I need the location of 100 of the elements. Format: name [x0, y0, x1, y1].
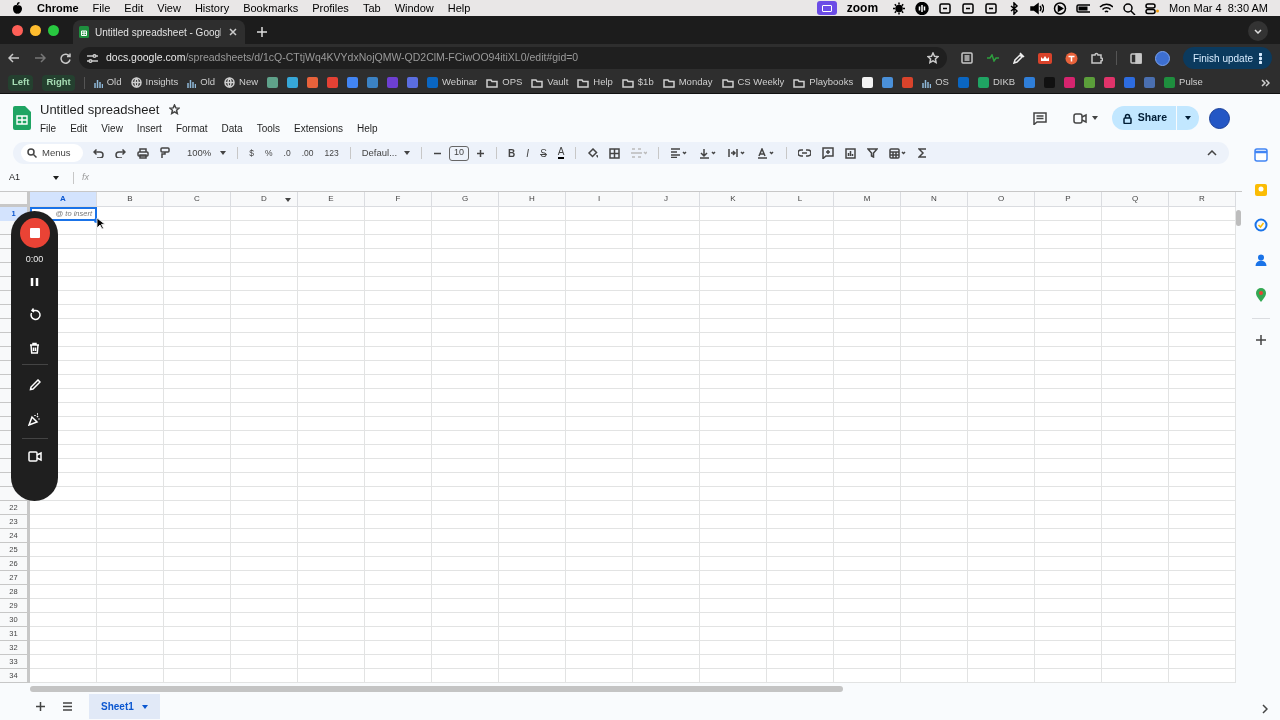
column-header[interactable]: E	[298, 192, 365, 207]
column-header[interactable]: O	[968, 192, 1035, 207]
bold-button[interactable]: B	[508, 145, 516, 161]
close-window-button[interactable]	[12, 24, 23, 36]
menu-item[interactable]: Help	[356, 121, 378, 137]
column-header[interactable]: F	[365, 192, 432, 207]
print-icon[interactable]	[137, 147, 149, 159]
column-header[interactable]: C	[164, 192, 231, 207]
sheet-tab[interactable]: Sheet1	[89, 694, 160, 719]
redo-icon[interactable]	[115, 148, 126, 158]
column-header[interactable]: B	[97, 192, 164, 207]
fill-color-icon[interactable]	[587, 147, 599, 159]
column-header[interactable]: D	[231, 192, 298, 207]
column-header[interactable]: L	[767, 192, 834, 207]
name-box[interactable]: A1	[9, 170, 65, 185]
tasks-icon[interactable]	[1254, 218, 1268, 232]
column-header[interactable]: P	[1035, 192, 1102, 207]
meet-button[interactable]	[1072, 112, 1098, 124]
map-pin-icon[interactable]	[1255, 288, 1267, 303]
tab-group-chip[interactable]: Right	[42, 74, 75, 91]
horizontal-align-icon[interactable]	[670, 148, 689, 158]
horizontal-scrollbar[interactable]	[30, 685, 843, 692]
borders-icon[interactable]	[609, 147, 621, 159]
reload-icon[interactable]	[60, 52, 71, 64]
filter-icon[interactable]	[867, 148, 879, 158]
extension-icon[interactable]	[1064, 51, 1078, 65]
trash-icon[interactable]	[29, 341, 40, 354]
menu-item[interactable]: File	[92, 0, 111, 17]
menu-item[interactable]: File	[40, 121, 57, 137]
back-icon[interactable]	[8, 53, 20, 63]
bookmark-folder[interactable]: Help	[577, 75, 613, 90]
number-format-button[interactable]: $	[249, 146, 255, 160]
number-format-button[interactable]: .0	[283, 146, 291, 160]
font-size-field[interactable]: 10	[449, 145, 470, 161]
strikethrough-button[interactable]: S	[540, 145, 547, 161]
zoom-window-button[interactable]	[48, 24, 59, 36]
paint-format-icon[interactable]	[160, 147, 170, 159]
vertical-align-icon[interactable]	[699, 147, 718, 159]
browser-tab[interactable]: Untitled spreadsheet - Googl	[73, 20, 245, 44]
zoom-dropdown[interactable]: 100%	[181, 145, 227, 161]
merge-cells-icon[interactable]	[631, 148, 648, 158]
column-header[interactable]: Q	[1102, 192, 1169, 207]
menu-item[interactable]: Edit	[124, 0, 144, 17]
menu-item[interactable]: Edit	[70, 121, 88, 137]
restart-icon[interactable]	[28, 307, 41, 321]
bookmark[interactable]: Pulse	[1164, 75, 1203, 90]
text-color-button[interactable]: A	[557, 147, 565, 159]
reader-icon[interactable]	[960, 52, 973, 64]
column-header[interactable]: G	[432, 192, 499, 207]
all-sheets-icon[interactable]	[62, 702, 73, 711]
bookmark-folder[interactable]: CS Weekly	[721, 75, 785, 90]
apple-icon[interactable]	[12, 1, 23, 15]
menu-item[interactable]: Insert	[136, 121, 162, 137]
calendar-icon[interactable]	[1254, 148, 1268, 162]
plus-icon[interactable]	[476, 148, 486, 158]
bookmark[interactable]: Insights	[130, 75, 179, 90]
address-bar[interactable]: docs.google.com/spreadsheets/d/1cQ-CTtjWq4KVYdxNojQMW-QD2ClM-FCiwOO94itiXL0/edit#gid=0	[79, 47, 947, 69]
number-format-button[interactable]: 123	[324, 146, 339, 160]
search-menus-field[interactable]: Menus	[21, 144, 83, 162]
close-tab-button[interactable]	[227, 26, 239, 38]
video-camera-icon[interactable]	[27, 450, 42, 462]
number-format-button[interactable]: .00	[301, 146, 314, 160]
contacts-icon[interactable]	[1254, 253, 1268, 267]
italic-button[interactable]: I	[526, 145, 530, 161]
bookmark-folder[interactable]: $1b	[621, 75, 654, 90]
play-icon[interactable]	[1053, 1, 1068, 15]
menu-item[interactable]: Tools	[256, 121, 281, 137]
volume-icon[interactable]	[1030, 1, 1045, 15]
comment-icon[interactable]	[1032, 111, 1047, 125]
undo-icon[interactable]	[93, 148, 104, 158]
collapse-icon[interactable]	[1207, 150, 1217, 156]
column-header[interactable]: K	[700, 192, 767, 207]
search-icon[interactable]	[1122, 1, 1137, 15]
vertical-scrollbar[interactable]	[1236, 210, 1241, 226]
column-header[interactable]: M	[834, 192, 901, 207]
bookmark[interactable]: Old	[187, 75, 216, 90]
star-button[interactable]	[169, 104, 181, 115]
bookmark[interactable]: Webinar	[427, 75, 478, 90]
menu-item[interactable]: Window	[394, 0, 434, 17]
gear-icon[interactable]	[892, 1, 907, 15]
side-panel-icon[interactable]	[1129, 52, 1142, 64]
tab-group-chip[interactable]: Left	[8, 74, 34, 91]
text-rotation-icon[interactable]	[757, 147, 776, 159]
bookmark[interactable]: OS	[922, 75, 949, 90]
menu-item[interactable]: Data	[221, 121, 243, 137]
battery-icon[interactable]	[1076, 1, 1091, 15]
stop-recording-button[interactable]	[19, 218, 50, 248]
eyedropper-icon[interactable]	[1012, 52, 1025, 64]
bookmark[interactable]: Old	[93, 75, 122, 90]
menu-item[interactable]: Profiles	[312, 0, 349, 17]
app-menu[interactable]: Chrome	[37, 0, 79, 17]
extension-icon[interactable]	[1037, 52, 1052, 64]
finish-update-button[interactable]: Finish update	[1182, 47, 1272, 69]
bookmark[interactable]: DIKB	[977, 75, 1016, 90]
zoom-label[interactable]: zoom	[846, 0, 879, 17]
menu-item[interactable]: History	[194, 0, 230, 17]
more-bookmarks-icon[interactable]	[1261, 78, 1270, 87]
control-center-icon[interactable]	[1145, 1, 1160, 15]
pause-icon[interactable]	[30, 276, 39, 287]
star-icon[interactable]	[926, 52, 939, 64]
